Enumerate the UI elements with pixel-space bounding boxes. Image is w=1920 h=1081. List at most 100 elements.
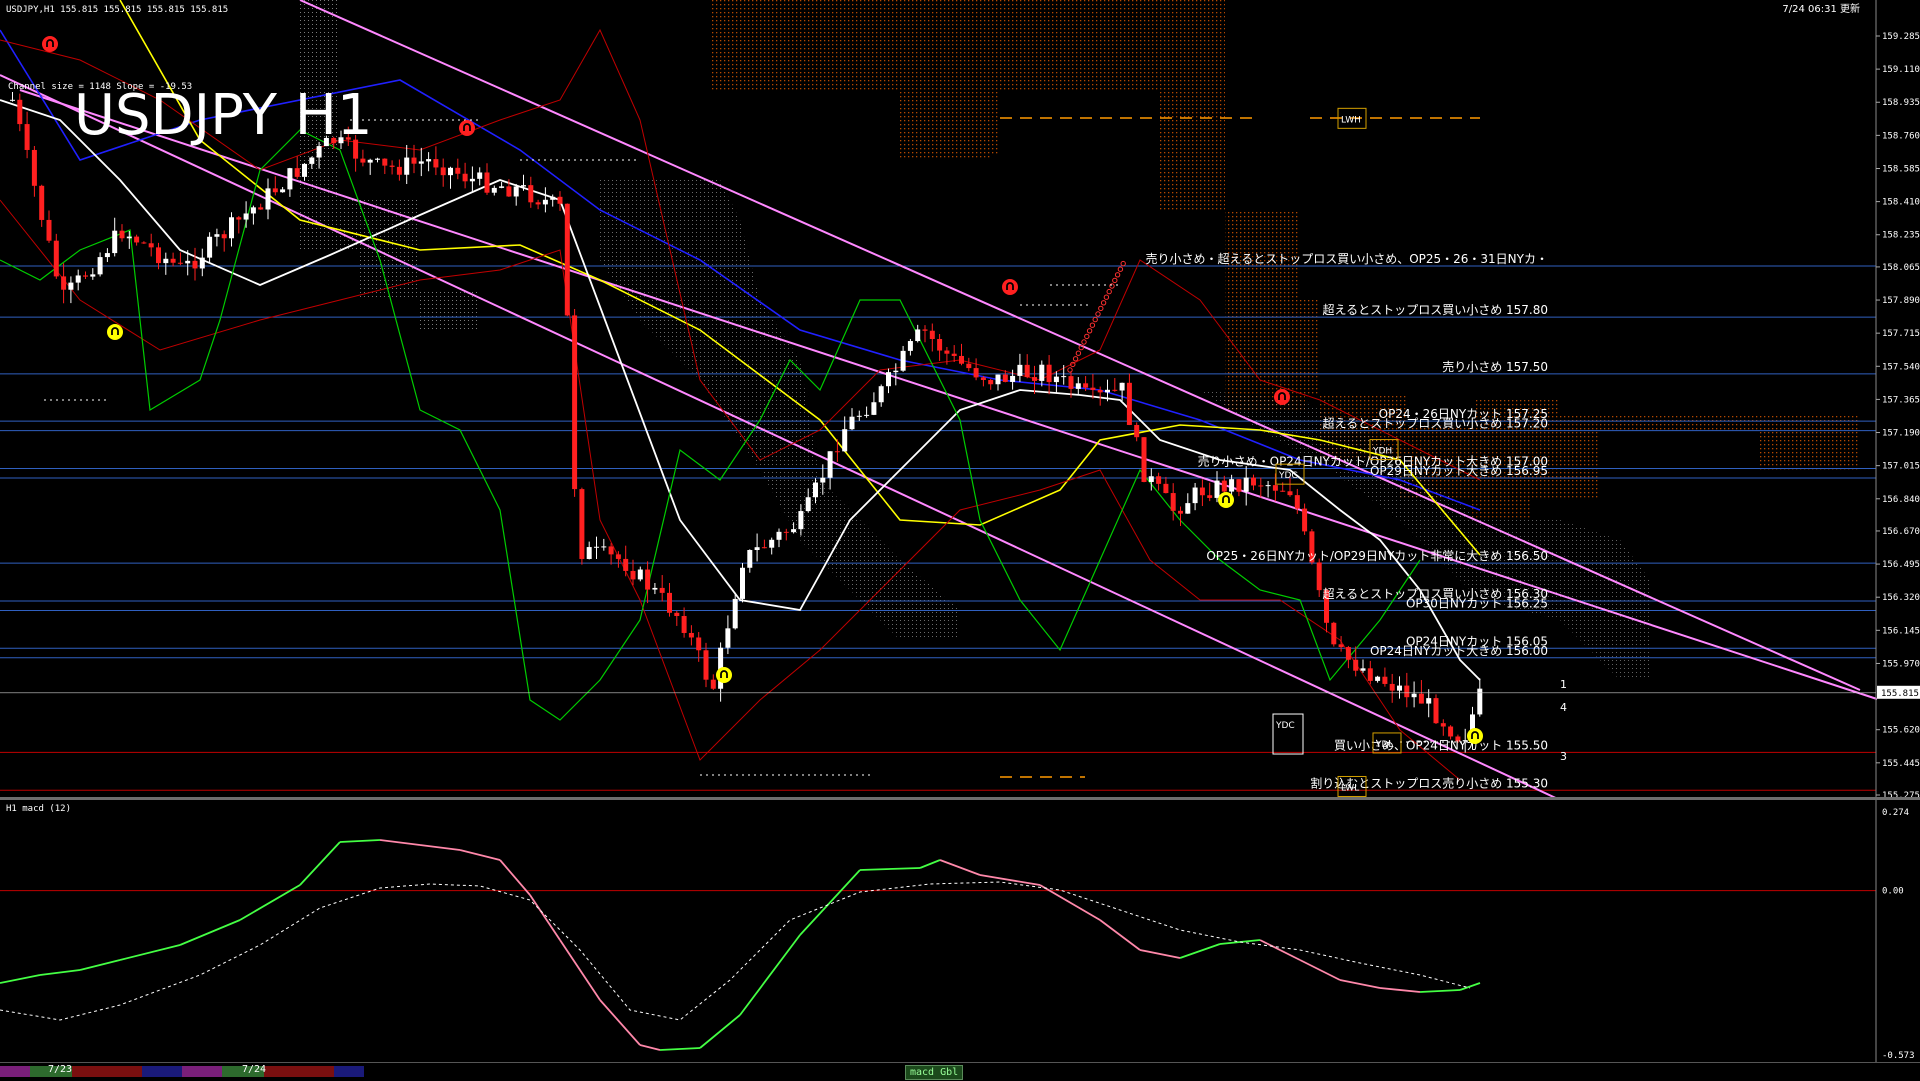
annotation-label: 売り小さめ・超えるとストップロス買い小さめ、OP25・26・31日NYカ・ (1146, 251, 1548, 266)
indicator-tab[interactable]: macd Gbl (905, 1065, 964, 1080)
bull-candle (1039, 364, 1045, 381)
macd-axis-label: -0.573 (1882, 1051, 1915, 1061)
bear-candle (1382, 676, 1388, 684)
bear-candle (535, 202, 541, 205)
macd-segment (419, 844, 461, 851)
sar-dot (1106, 288, 1112, 295)
annotation-label: OP24日NYカット大きめ 156.00 (1370, 644, 1548, 658)
bull-candle (1411, 693, 1417, 698)
bear-candle (1338, 644, 1344, 648)
macd-signal (0, 881, 1471, 1021)
session-segment (182, 1066, 222, 1077)
axis-tick-label: 159.285 (1882, 32, 1920, 42)
axis-tick-label: 157.890 (1882, 296, 1920, 306)
bear-candle (1367, 668, 1373, 681)
macd-panel[interactable]: 0.2740.00-0.573 H1 macd (12) 100000 (0, 800, 1920, 1062)
macd-segment (39, 969, 81, 976)
bull-candle (776, 531, 782, 540)
bull-candle (1105, 389, 1110, 393)
bear-candle (623, 558, 629, 571)
fractal-marker (459, 120, 475, 136)
cloud-left (300, 0, 480, 330)
bear-candle (396, 166, 402, 175)
bear-candle (1002, 374, 1008, 382)
bear-candle (1032, 377, 1037, 381)
macd-segment (79, 959, 121, 971)
bull-candle (820, 477, 826, 483)
bear-candle (24, 124, 30, 150)
macd-segment (639, 1044, 661, 1051)
bear-candle (61, 276, 67, 290)
bull-candle (805, 497, 811, 512)
bear-candle (834, 451, 840, 453)
axis-tick-label: 156.840 (1882, 495, 1920, 505)
bull-candle (995, 374, 1001, 385)
bull-candle (280, 189, 286, 193)
macd-segment (1099, 919, 1141, 951)
bear-candle (937, 339, 943, 351)
bear-candle (564, 203, 570, 316)
bull-candle (243, 213, 249, 220)
sar-dot (1098, 305, 1104, 312)
bear-candle (53, 240, 59, 277)
bull-candle (68, 282, 74, 290)
bull-candle (112, 230, 118, 254)
bull-candle (813, 482, 818, 498)
bear-candle (455, 167, 461, 174)
price-chart[interactable]: 売り小さめ・超えるとストップロス買い小さめ、OP25・26・31日NYカ・超える… (0, 0, 1920, 797)
bull-candle (448, 167, 453, 176)
bull-candle (900, 350, 906, 371)
macd-segment (559, 939, 601, 1001)
bear-candle (1294, 495, 1300, 509)
bull-candle (521, 185, 526, 187)
bear-candle (156, 247, 161, 264)
bear-candle (1156, 476, 1162, 484)
bull-candle (287, 168, 293, 190)
bull-candle (1375, 676, 1381, 681)
bull-candle (418, 161, 424, 164)
sar-dot (1075, 350, 1082, 356)
bull-candle (97, 257, 103, 275)
bull-candle (1360, 668, 1366, 671)
bear-candle (134, 236, 140, 243)
bear-candle (119, 230, 125, 239)
bear-candle (1207, 495, 1213, 498)
channel-line-top (299, 0, 1861, 691)
sar-dot (1089, 322, 1096, 328)
sar-dot (1120, 260, 1126, 267)
level-box-label: YDC (1278, 471, 1298, 481)
chart-title: USDJPY H1 (74, 83, 372, 148)
bear-candle (484, 172, 490, 193)
bull-candle (791, 529, 797, 533)
bear-candle (1272, 485, 1278, 491)
sar-dot (1084, 333, 1090, 340)
bear-candle (177, 262, 183, 264)
axis-tick-label: 157.540 (1882, 362, 1920, 372)
bull-candle (469, 178, 475, 182)
date-label: 7/24 (242, 1064, 267, 1075)
fractal-marker (1467, 728, 1483, 744)
bull-candle (1075, 383, 1081, 389)
date-label: 7/23 (48, 1064, 73, 1075)
bear-candle (528, 185, 534, 203)
axis-tick-label: 155.445 (1882, 759, 1920, 769)
macd-segment (1379, 987, 1421, 993)
bear-candle (674, 612, 680, 617)
axis-tick-label: 158.065 (1882, 263, 1920, 273)
macd-segment (529, 894, 561, 941)
bull-candle (886, 372, 891, 387)
bear-candle (1302, 508, 1308, 532)
macd-segment (499, 859, 531, 896)
macd-segment (1179, 943, 1221, 959)
sar-dot (1103, 294, 1110, 300)
bear-candle (170, 258, 176, 263)
fractal-marker (107, 324, 123, 340)
macd-segment (939, 859, 981, 876)
bear-candle (959, 355, 964, 364)
bear-candle (1433, 698, 1439, 724)
bull-candle (499, 186, 505, 188)
bear-candle (440, 167, 446, 176)
bear-candle (31, 149, 37, 186)
axis-tick-label: 156.145 (1882, 626, 1920, 636)
sar-dot (1109, 283, 1115, 289)
